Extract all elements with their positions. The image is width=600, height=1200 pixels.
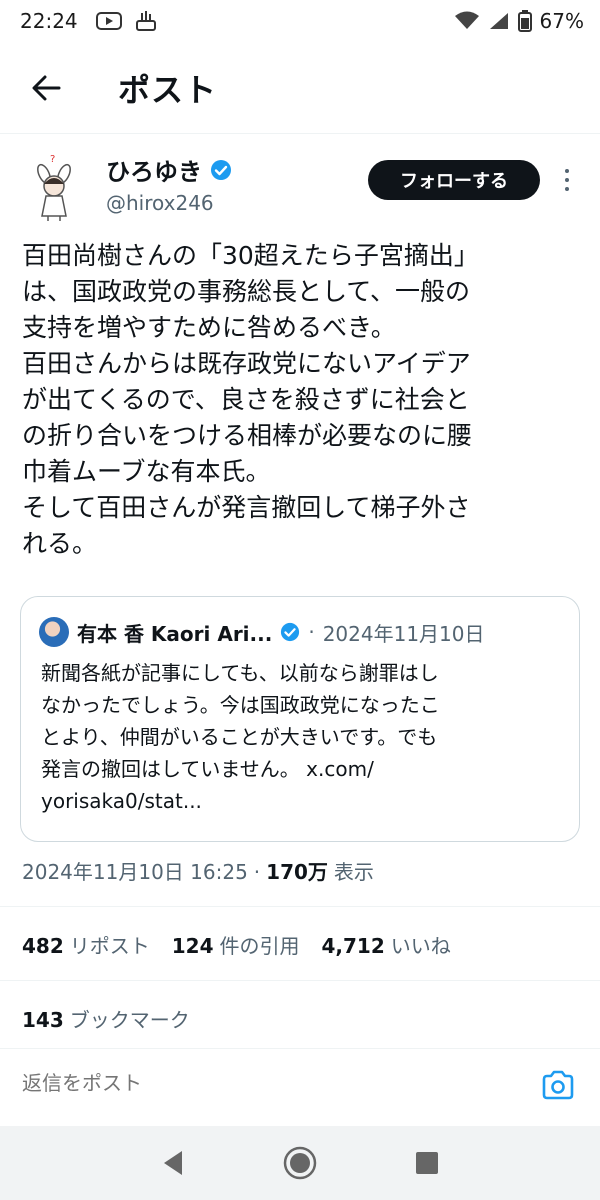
views-label: 表示 (333, 860, 374, 884)
meta-separator: · (253, 860, 261, 884)
views-count: 170万 (266, 860, 328, 884)
author-name-text: ひろゆき (106, 158, 202, 186)
battery-level: 67% (539, 9, 584, 33)
quoted-post-text: 新聞各紙が記事にしても、以前なら謝罪はし なかったでしょう。今は国政政党になった… (41, 661, 440, 813)
reposts-label: リポスト (69, 934, 150, 958)
divider (0, 980, 600, 981)
reposts-stat[interactable]: 482 リポスト (22, 930, 150, 959)
verified-badge-icon (211, 159, 231, 180)
verified-badge-icon (281, 622, 300, 642)
svg-text:?: ? (50, 154, 55, 165)
status-right: 67% (454, 9, 584, 33)
notification-icons (95, 9, 158, 33)
likes-stat[interactable]: 4,712 いいね (322, 930, 451, 959)
post-text: 百田尚樹さんの「30超えたら子宮摘出」 は、国政政党の事務総長として、一般の 支… (22, 241, 479, 558)
quoted-avatar (39, 617, 69, 647)
nav-home-button[interactable] (276, 1139, 324, 1187)
post-timestamp[interactable]: 2024年11月10日 16:25 (22, 856, 248, 885)
camera-button[interactable] (538, 1065, 578, 1105)
arrow-left-icon (32, 75, 61, 100)
quotes-count: 124 (171, 934, 214, 958)
more-vertical-icon (565, 169, 569, 173)
wifi-icon (454, 11, 479, 29)
author-names: ひろゆき @hirox246 (106, 152, 232, 215)
more-options-button[interactable] (556, 164, 578, 196)
square-recents-icon (415, 1152, 438, 1174)
quoted-separator: · (308, 620, 315, 644)
author-handle[interactable]: @hirox246 (106, 191, 232, 215)
author-display-name[interactable]: ひろゆき (106, 152, 232, 187)
app-notification-icon (135, 11, 156, 31)
nav-recents-button[interactable] (403, 1139, 451, 1187)
page-title: ポスト (118, 70, 218, 109)
quoted-post[interactable]: 有本 香 Kaori Ari... · 2024年11月10日 新聞各紙が記事に… (20, 596, 580, 842)
system-navigation-bar (0, 1126, 600, 1200)
quoted-author-name: 有本 香 Kaori Ari... (77, 621, 273, 646)
signal-icon (489, 13, 508, 29)
nav-back-button[interactable] (149, 1139, 197, 1187)
engagement-stats: 482 リポスト 124 件の引用 4,712 いいね (22, 930, 451, 959)
battery-icon (517, 10, 532, 32)
quotes-stat[interactable]: 124 件の引用 (172, 930, 300, 959)
avatar[interactable]: ? (22, 150, 86, 222)
youtube-icon (95, 12, 122, 30)
back-button[interactable] (14, 56, 78, 120)
likes-count: 4,712 (321, 934, 385, 958)
post-meta: 2024年11月10日 16:25 · 170万 表示 (22, 856, 374, 885)
bookmarks-label: ブックマーク (69, 1008, 190, 1032)
likes-label: いいね (390, 934, 451, 958)
camera-icon (542, 1070, 574, 1099)
quoted-date: 2024年11月10日 (322, 621, 485, 646)
triangle-back-icon (164, 1151, 183, 1175)
post-author: ? ひろゆき @hirox246 フォローする (0, 148, 600, 224)
bookmarks-stat[interactable]: 143 ブックマーク (22, 1004, 190, 1033)
reply-input[interactable] (22, 1073, 538, 1096)
quotes-label: 件の引用 (219, 934, 300, 958)
reply-bar (0, 1048, 600, 1120)
status-time: 22:24 (20, 9, 78, 33)
divider (0, 906, 600, 907)
status-bar: 22:24 67% (0, 0, 600, 42)
reposts-count: 482 (22, 934, 64, 958)
quoted-post-header: 有本 香 Kaori Ari... · 2024年11月10日 (39, 617, 485, 647)
circle-home-icon (283, 1146, 317, 1180)
bookmarks-count: 143 (22, 1008, 64, 1032)
avatar-illustration: ? (37, 154, 71, 221)
top-app-bar: ポスト (0, 42, 600, 134)
follow-button[interactable]: フォローする (368, 160, 540, 200)
